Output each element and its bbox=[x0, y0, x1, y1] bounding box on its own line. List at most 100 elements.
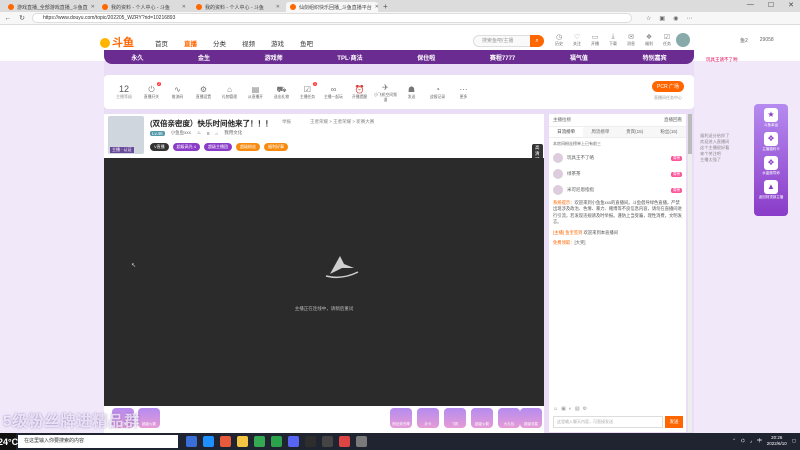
tool-stream-key[interactable]: ∿ 推流码 bbox=[165, 84, 190, 100]
notification-icon[interactable]: ▢ bbox=[792, 438, 796, 444]
float-item[interactable]: ▲ 返回到顶部主播 bbox=[757, 180, 785, 200]
profile-icon[interactable]: ◉ bbox=[673, 15, 678, 22]
new-tab-button[interactable]: + bbox=[383, 2, 388, 12]
app-icon[interactable] bbox=[339, 436, 350, 447]
float-item[interactable]: ❖ 水晶魔导师 bbox=[757, 156, 785, 176]
banner-item[interactable]: 特别嘉宾 bbox=[643, 53, 667, 62]
streamer-name[interactable]: 小鱼鱼xxx bbox=[171, 130, 191, 136]
banner-item[interactable]: TPL·商法 bbox=[337, 53, 362, 62]
room-tag[interactable]: 超级高光 4 bbox=[172, 143, 201, 151]
browser-tab-active[interactable]: 仙剑组织快乐回播_斗鱼直播平台 ✕ bbox=[286, 2, 378, 12]
video-player[interactable]: ↖ 主播正在连线中，请稍后重试 bbox=[104, 158, 544, 406]
collections-icon[interactable]: ▣ bbox=[659, 15, 665, 22]
app-icon[interactable] bbox=[356, 436, 367, 447]
tool-reminder[interactable]: ⏰ 开播提醒 bbox=[347, 84, 372, 100]
follow-button[interactable]: ♡ 关注 bbox=[571, 33, 583, 47]
minimize-icon[interactable]: — bbox=[747, 1, 754, 9]
banner-item[interactable]: 福气值 bbox=[570, 53, 588, 62]
user-avatar[interactable] bbox=[676, 33, 690, 47]
star-icon[interactable]: ☆ bbox=[646, 15, 651, 22]
organization[interactable]: 我用文化 bbox=[224, 130, 242, 136]
history-button[interactable]: ◷ 历史 bbox=[553, 33, 565, 47]
app-icon[interactable] bbox=[288, 436, 299, 447]
gift-item[interactable]: 超级火箭 bbox=[138, 408, 160, 428]
tab-daily-rank[interactable]: 日流榜单 bbox=[549, 127, 584, 137]
chat-user[interactable]: 鱼宝签到 bbox=[565, 230, 582, 235]
task-button[interactable]: ☑ 任务 bbox=[661, 33, 673, 47]
rank-toggle[interactable]: 主播拉榜 bbox=[553, 117, 571, 123]
obs-icon[interactable] bbox=[322, 436, 333, 447]
broadcast-button[interactable]: ▭ 开播 bbox=[589, 33, 601, 47]
nav-home[interactable]: 首页 bbox=[155, 38, 168, 48]
message-button[interactable]: ✉ 消息 bbox=[625, 33, 637, 47]
browser-tab[interactable]: 我的资料 - 个人中心 - 斗鱼 ✕ bbox=[192, 2, 284, 12]
list-item[interactable]: 绿茶茶 周榜 bbox=[549, 166, 686, 182]
tray-arrow-icon[interactable]: ⌃ bbox=[732, 438, 736, 444]
tool-send[interactable]: ☗ 发送 bbox=[399, 84, 424, 100]
room-tag[interactable]: V直播 bbox=[150, 143, 169, 151]
taskbar-search[interactable]: 在这里输入你要搜索的内容 bbox=[18, 435, 178, 448]
banner-item[interactable]: 永久 bbox=[131, 53, 143, 62]
report-link[interactable]: 举报 bbox=[282, 119, 291, 125]
chat-text[interactable]: [大奖] bbox=[574, 240, 585, 245]
list-item[interactable]: 玩具王不了咯 周榜 bbox=[549, 150, 686, 166]
tool-open[interactable]: ▤ 从直播开 bbox=[243, 84, 268, 100]
browser-tab[interactable]: 游戏直播_全部游戏直播_斗鱼直 ✕ bbox=[4, 2, 96, 12]
tool-live-switch[interactable]: 2 ⏻ 直播开关 bbox=[139, 82, 164, 100]
banner-item[interactable]: 保住啦 bbox=[417, 53, 435, 62]
gift-item[interactable]: 大礼包 bbox=[498, 408, 520, 428]
tool-play-together[interactable]: ∞ 主播一起玩 bbox=[321, 84, 346, 100]
close-icon[interactable]: ✕ bbox=[375, 4, 378, 10]
gift-item[interactable]: 飞机 bbox=[444, 408, 466, 428]
tool-send-gift[interactable]: ⛟ 送出礼物 bbox=[269, 84, 294, 100]
folder-icon[interactable] bbox=[237, 436, 248, 447]
network-icon[interactable]: ⌬ bbox=[741, 438, 745, 444]
nav-yuba[interactable]: 鱼吧 bbox=[300, 38, 313, 48]
welfare-button[interactable]: ❖ 福利 bbox=[643, 33, 655, 47]
chat-input[interactable]: 这里输入聊天内容，可直接发送 bbox=[553, 416, 663, 428]
input-language[interactable]: 中 bbox=[757, 438, 762, 444]
pcr-button[interactable]: PCR 广场 bbox=[652, 81, 684, 92]
chat-user[interactable]: [主播] bbox=[553, 230, 564, 235]
coin-balance[interactable]: 29058 bbox=[760, 37, 774, 44]
tab-weekly-rank[interactable]: 周流榜单 bbox=[583, 127, 617, 137]
room-tag[interactable]: 福利好事 bbox=[264, 143, 289, 151]
tool-plane-channel[interactable]: ✈ 小飞机空间频道 bbox=[373, 82, 398, 103]
tab-fans[interactable]: 粉丝(15) bbox=[652, 127, 686, 137]
tab-vip[interactable]: 贵宾(15) bbox=[618, 127, 652, 137]
tool-anchor-task[interactable]: 1 ☑ 主播任务 bbox=[295, 82, 320, 100]
steam-icon[interactable] bbox=[305, 436, 316, 447]
back-icon[interactable]: ← bbox=[4, 15, 12, 22]
tool-report[interactable]: ◔ 战报记录 bbox=[425, 84, 450, 100]
settings-icon[interactable]: ⚙ bbox=[583, 406, 587, 412]
color-icon[interactable]: ◐ bbox=[569, 406, 572, 412]
scrollbar-thumb[interactable] bbox=[688, 114, 692, 154]
send-button[interactable]: 发送 bbox=[665, 416, 683, 428]
chat-scrollbar[interactable] bbox=[688, 114, 692, 432]
tool-gift-manage[interactable]: ⌂ 礼物管理 bbox=[217, 84, 242, 100]
app-icon[interactable] bbox=[220, 436, 231, 447]
close-window-icon[interactable]: ✕ bbox=[788, 1, 794, 9]
douyu-logo[interactable]: 斗鱼 bbox=[100, 34, 134, 50]
nav-live[interactable]: 直播 bbox=[184, 38, 197, 48]
room-tag[interactable]: 超级粉丝 bbox=[236, 143, 261, 151]
volume-icon[interactable]: ♪ bbox=[750, 439, 752, 444]
clock[interactable]: 20:26 2022/6/10 bbox=[767, 435, 787, 447]
refresh-icon[interactable]: ↻ bbox=[18, 14, 26, 22]
download-button[interactable]: ⤓ 下载 bbox=[607, 33, 619, 47]
gift-item[interactable]: 超级流星 bbox=[520, 408, 542, 428]
close-icon[interactable]: ✕ bbox=[276, 4, 280, 10]
edge-icon[interactable] bbox=[203, 436, 214, 447]
close-icon[interactable]: ✕ bbox=[91, 4, 95, 10]
banner-item[interactable]: 游戏师 bbox=[265, 53, 283, 62]
emoji-icon[interactable]: ☺ bbox=[553, 406, 558, 412]
gift-icon[interactable]: ▧ bbox=[575, 406, 580, 412]
tool-more[interactable]: ⋯ 更多 bbox=[451, 84, 476, 100]
gift-item[interactable]: 粉丝荧光棒 bbox=[390, 408, 412, 428]
search-button[interactable]: ⌕ bbox=[530, 35, 544, 47]
gift-item[interactable]: 超级火箭 bbox=[471, 408, 493, 428]
weather-temp[interactable]: 24°C bbox=[0, 433, 18, 450]
list-item[interactable]: 米可尼恩指指 周榜 bbox=[549, 182, 686, 198]
room-tag[interactable]: 超级主播团 bbox=[204, 143, 233, 151]
browser-tab[interactable]: 我的资料 - 个人中心 - 斗鱼 ✕ bbox=[98, 2, 190, 12]
